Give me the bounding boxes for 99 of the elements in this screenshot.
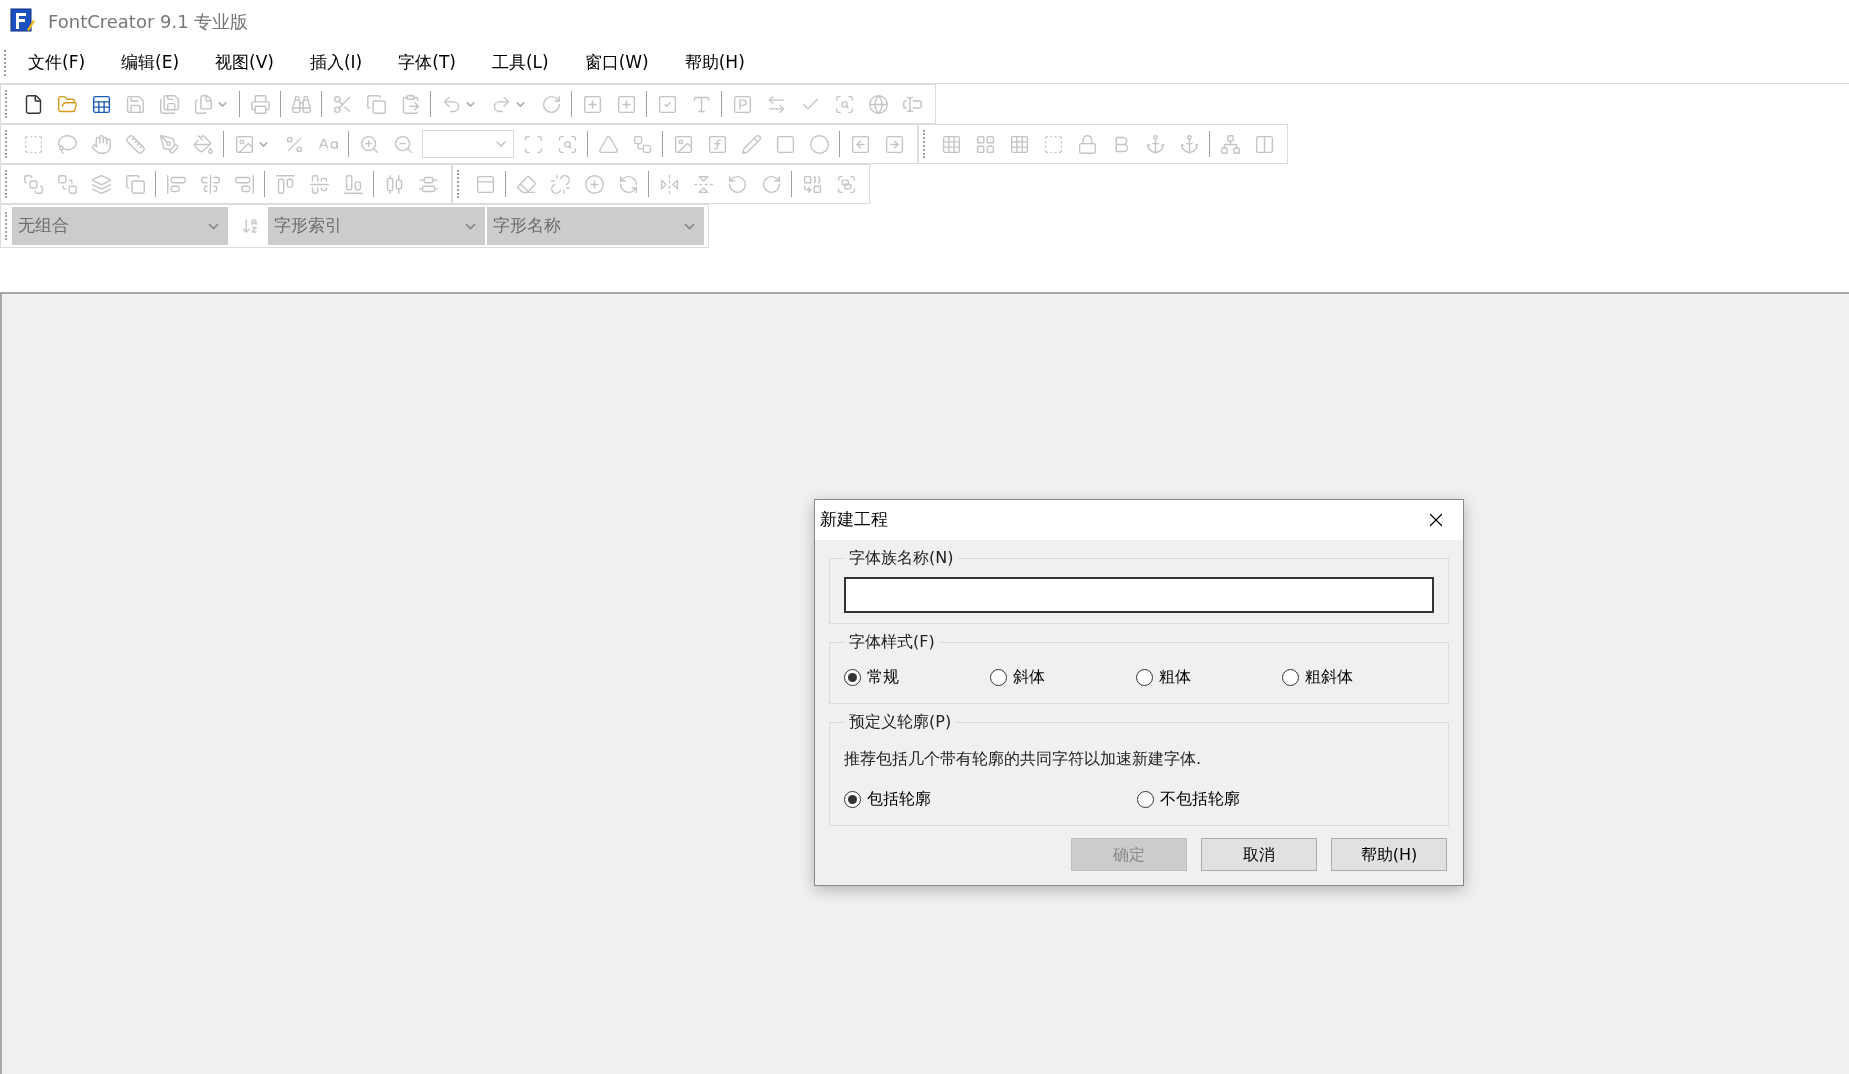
function-tile-icon [706,133,728,155]
floppy-disks-icon [158,93,180,115]
menu-item[interactable]: 窗口(W) [573,49,660,76]
menu-item[interactable]: 帮助(H) [673,49,756,76]
radio-option[interactable]: 粗斜体 [1282,661,1428,693]
rotate-left-icon [726,173,748,195]
paint-bucket-icon [192,133,214,155]
anchor-icon [1144,133,1166,155]
align-middle-icon [308,173,330,195]
menu-item[interactable]: 视图(V) [204,49,285,76]
sort-az-icon [241,217,259,235]
hand-icon [90,133,112,155]
description-text: 推荐包括几个带有轮廓的共同字符以加速新建字体. [844,748,1203,770]
align-bottom-icon [342,173,364,195]
fit-frame-icon [522,133,544,155]
radio-option[interactable]: 斜体 [990,661,1136,693]
option-label: 斜体 [1013,666,1045,688]
picture-icon [672,133,694,155]
app-logo-icon [10,8,36,34]
layers-icon [90,173,112,195]
bring-front-icon [22,173,44,195]
letter-tile-icon [731,93,753,115]
window-plus-icon [615,93,637,115]
ellipse-icon [808,133,830,155]
circle-plus-icon [583,173,605,195]
option-label: 包括轮廓 [867,788,931,810]
group-label: 字体族名称(N) [844,547,959,569]
zoom-frame-icon [556,133,578,155]
window-plus-icon [581,93,603,115]
pencil-icon [740,133,762,155]
radio-button[interactable] [1282,668,1299,686]
option-label: 常规 [867,666,899,688]
broken-link-icon [549,173,571,195]
grid-icon [974,133,996,155]
dialog-title: 新建工程 [820,508,888,532]
pen-icon [158,133,180,155]
family-name-field[interactable] [844,577,1434,613]
lasso-icon [56,133,78,155]
flip-vertical-icon [692,173,714,195]
menu-item[interactable]: 插入(I) [298,49,374,76]
radio-option[interactable]: 不包括轮廓 [1137,783,1430,815]
copy-icon [365,93,387,115]
align-left-icon [165,173,187,195]
radio-button[interactable] [1137,790,1154,808]
radio-button[interactable] [844,668,861,686]
group-label: 预定义轮廓(P) [844,711,957,733]
menu-item[interactable]: 编辑(E) [110,49,191,76]
dotted-frame-icon [1042,133,1064,155]
radio-option[interactable]: 包括轮廓 [844,783,1137,815]
align-center-icon [199,173,221,195]
ruler-icon [124,133,146,155]
grid-icon [940,133,962,155]
radio-button[interactable] [990,668,1007,686]
node-tree-icon [1219,133,1241,155]
pages-icon [193,93,214,115]
nodes-icon [631,133,653,155]
columns-icon [1253,133,1275,155]
scissors-icon [331,93,353,115]
menu-item[interactable]: 字体(T) [387,49,467,76]
panel-icon [474,173,496,195]
menu-item[interactable]: 工具(L) [480,49,560,76]
table-icon [90,93,112,115]
picture-icon [234,133,255,155]
radio-button[interactable] [1136,668,1153,686]
group-shapes-icon [835,173,857,195]
check-box-icon [656,93,678,115]
dialog-button[interactable]: 帮助(H) [1331,838,1447,871]
refresh-icon [617,173,639,195]
printer-icon [249,93,271,115]
option-label: 粗斜体 [1305,666,1353,688]
right-arrow-tile-icon [883,133,905,155]
zoom-in-icon [358,133,380,155]
send-back-icon [56,173,78,195]
lock-icon [1076,133,1098,155]
anchor-icon [1178,133,1200,155]
triangle-icon [597,133,619,155]
binoculars-icon [290,93,312,115]
dialog-button[interactable]: 取消 [1201,838,1317,871]
dashed-rectangle-icon [22,133,44,155]
window-title: FontCreator 9.1 专业版 [48,9,249,34]
globe-icon [867,93,889,115]
option-label: 不包括轮廓 [1160,788,1240,810]
rotate-right-icon [760,173,782,195]
option-label: 粗体 [1159,666,1191,688]
radio-option[interactable]: 粗体 [1136,661,1282,693]
radio-button[interactable] [844,790,861,808]
flip-horizontal-icon [658,173,680,195]
circular-arrow-icon [540,93,562,115]
menu-item[interactable]: 文件(F) [17,49,97,76]
folder-icon [56,93,78,115]
zoom-out-icon [392,133,414,155]
radio-option[interactable]: 常规 [844,661,990,693]
eraser-icon [515,173,537,195]
rectangle-icon [774,133,796,155]
left-arrow-tile-icon [849,133,871,155]
align-right-icon [233,173,255,195]
align-top-icon [274,173,296,195]
stacked-squares-icon [124,173,146,195]
group-label: 字体样式(F) [844,631,940,653]
